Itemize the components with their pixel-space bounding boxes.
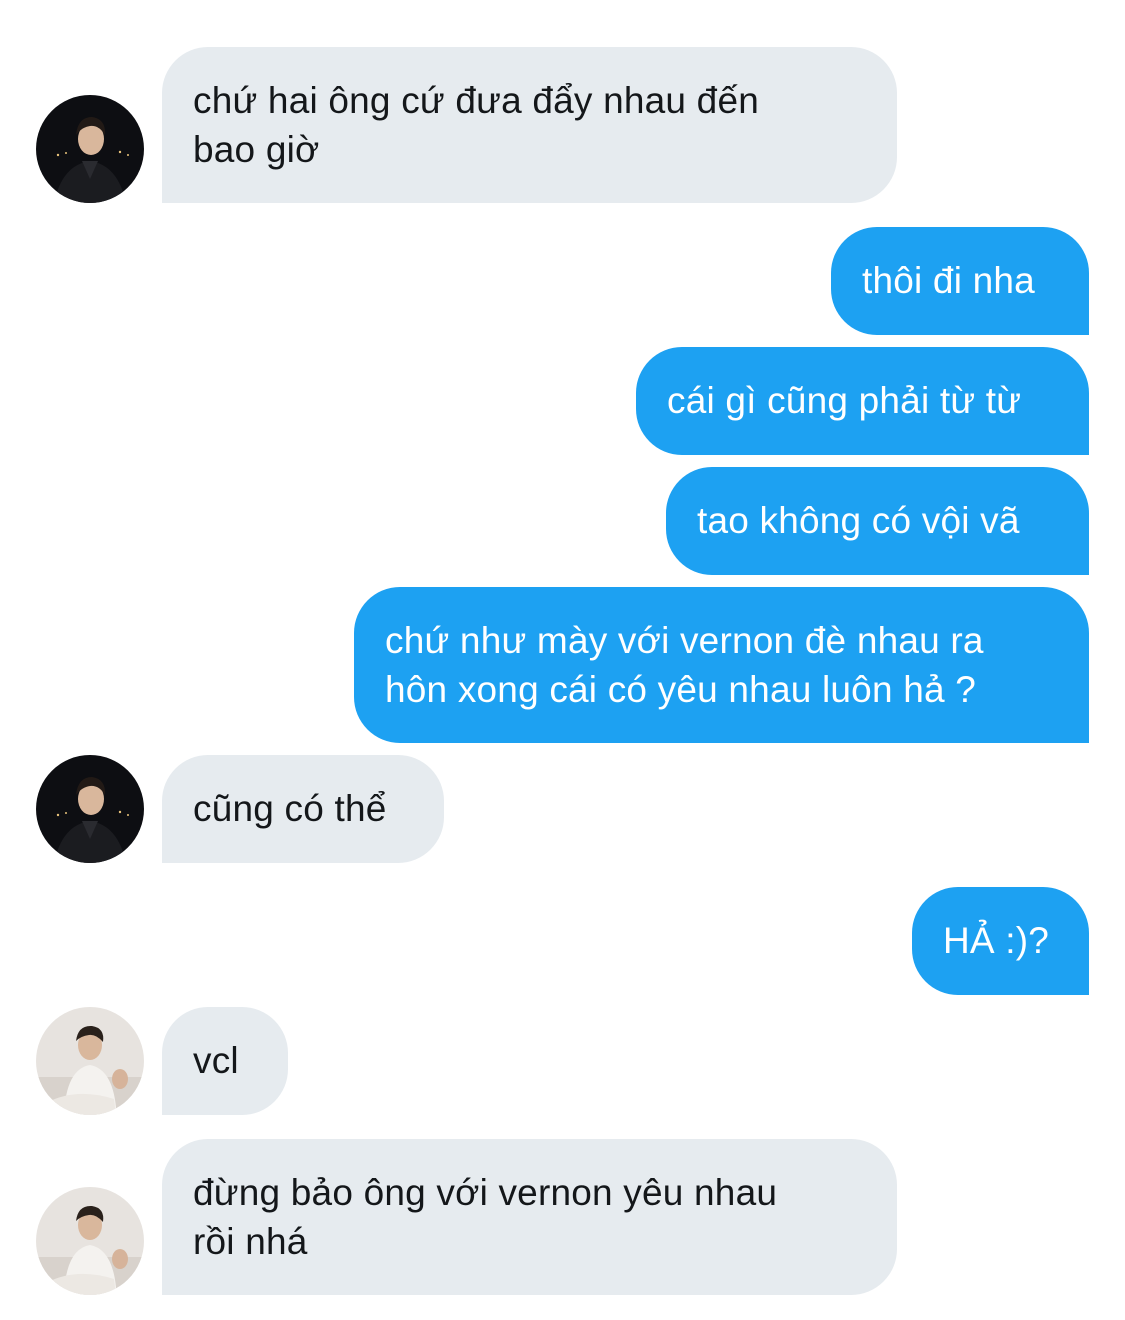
message-bubble-outgoing[interactable]: chứ như mày với vernon đè nhau ra hôn xo… [354,587,1089,743]
avatar-dark[interactable] [36,755,144,863]
avatar-dark[interactable] [36,95,144,203]
message-bubble-incoming[interactable]: đừng bảo ông với vernon yêu nhau rồi nhá [162,1139,897,1295]
avatar-light[interactable] [36,1187,144,1295]
chat-thread: chứ hai ông cứ đưa đẩy nhau đến bao giờ … [0,0,1125,1320]
avatar-light-icon [36,1187,144,1295]
avatar-dark-icon [36,95,144,203]
message-bubble-outgoing[interactable]: thôi đi nha [831,227,1089,335]
avatar-light-icon [36,1007,144,1115]
message-bubble-incoming[interactable]: vcl [162,1007,288,1115]
message-bubble-outgoing[interactable]: cái gì cũng phải từ từ [636,347,1089,455]
message-bubble-outgoing[interactable]: tao không có vội vã [666,467,1089,575]
message-bubble-incoming[interactable]: chứ hai ông cứ đưa đẩy nhau đến bao giờ [162,47,897,203]
avatar-dark-icon [36,755,144,863]
avatar-light[interactable] [36,1007,144,1115]
message-bubble-outgoing[interactable]: HẢ :)? [912,887,1089,995]
message-bubble-incoming[interactable]: cũng có thể [162,755,444,863]
